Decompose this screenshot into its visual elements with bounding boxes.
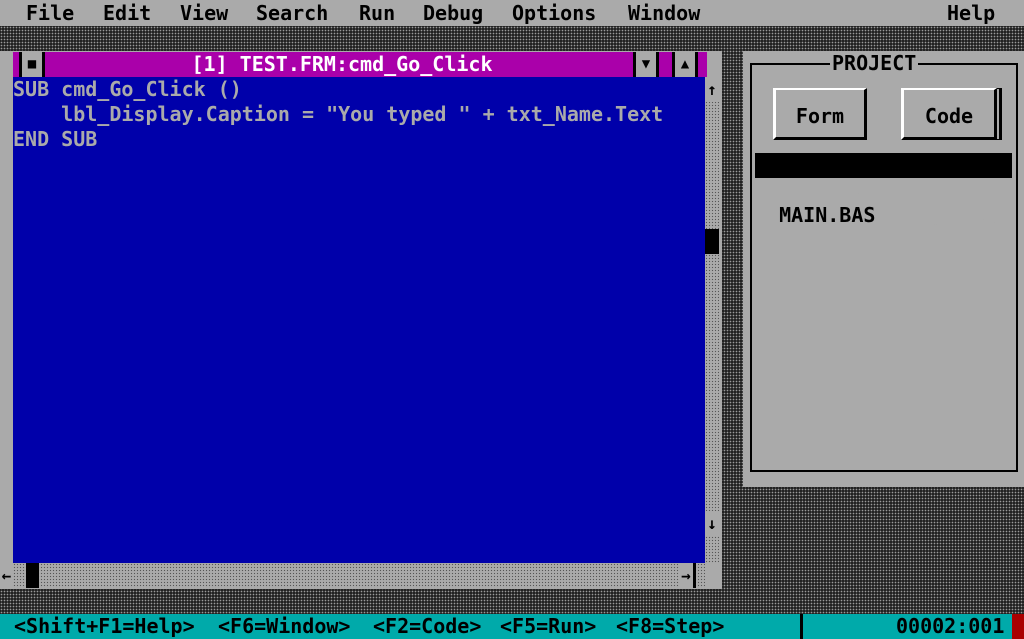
menu-view[interactable]: View: [180, 0, 228, 26]
close-icon: ■: [27, 56, 37, 72]
arrow-right-icon: →: [681, 566, 691, 585]
maximize-button[interactable]: ▲: [672, 52, 698, 77]
code-line[interactable]: lbl_Display.Caption = "You typed " + txt…: [13, 102, 663, 127]
code-button[interactable]: Code: [901, 88, 997, 140]
scroll-right-button[interactable]: →: [679, 563, 693, 588]
project-file-item[interactable]: TEST.FRM (Test): [755, 153, 1012, 227]
menu-bar: File Edit View Search Run Debug Options …: [0, 0, 1024, 26]
scroll-up-button[interactable]: ↑: [705, 77, 719, 102]
project-file-label: (Test): [927, 203, 1000, 227]
form-button[interactable]: Form: [773, 88, 867, 140]
cursor-position: 00002:001: [896, 614, 1005, 638]
status-key-help[interactable]: <Shift+F1=Help>: [14, 614, 195, 639]
menu-search[interactable]: Search: [256, 0, 328, 26]
menu-options[interactable]: Options: [512, 0, 596, 26]
caret-marker: [1012, 614, 1024, 639]
scroll-down-button[interactable]: ↓: [705, 511, 719, 536]
vertical-scrollbar[interactable]: ↑ ↓: [705, 77, 719, 563]
arrow-up-icon: ↑: [707, 80, 717, 99]
minimize-button[interactable]: ▼: [633, 52, 659, 77]
code-line[interactable]: SUB cmd_Go_Click (): [13, 77, 242, 102]
horizontal-scroll-thumb[interactable]: [26, 563, 39, 588]
horizontal-scrollbar[interactable]: ← →: [0, 563, 705, 588]
scroll-left-button[interactable]: ←: [0, 563, 13, 588]
menu-help[interactable]: Help: [947, 0, 995, 26]
code-line[interactable]: END SUB: [13, 127, 97, 152]
menu-debug[interactable]: Debug: [423, 0, 483, 26]
arrow-left-icon: ←: [1, 566, 12, 585]
code-window-title: [1] TEST.FRM:cmd_Go_Click: [191, 52, 493, 76]
project-title: PROJECT: [830, 51, 919, 76]
status-key-run[interactable]: <F5=Run>: [500, 614, 596, 639]
maximize-icon: ▲: [680, 56, 690, 72]
close-button[interactable]: ■: [19, 52, 45, 77]
project-file-name: MAIN.BAS: [779, 203, 876, 227]
status-divider: [800, 614, 803, 639]
status-key-step[interactable]: <F8=Step>: [616, 614, 724, 639]
menu-file[interactable]: File: [26, 0, 74, 26]
menu-window[interactable]: Window: [628, 0, 700, 26]
scrollbar-divider: [693, 563, 696, 588]
arrow-down-icon: ↓: [707, 514, 717, 533]
minimize-icon: ▼: [641, 56, 651, 72]
vertical-scroll-thumb[interactable]: [705, 229, 719, 254]
code-editor[interactable]: SUB cmd_Go_Click () lbl_Display.Caption …: [13, 77, 705, 563]
menu-run[interactable]: Run: [359, 0, 395, 26]
status-key-code[interactable]: <F2=Code>: [373, 614, 481, 639]
project-file-item[interactable]: MAIN.BAS: [755, 178, 1012, 227]
menu-edit[interactable]: Edit: [103, 0, 151, 26]
scrollbar-corner: [706, 563, 719, 588]
status-key-window[interactable]: <F6=Window>: [218, 614, 350, 639]
status-bar: <Shift+F1=Help> <F6=Window> <F2=Code> <F…: [0, 614, 1024, 639]
